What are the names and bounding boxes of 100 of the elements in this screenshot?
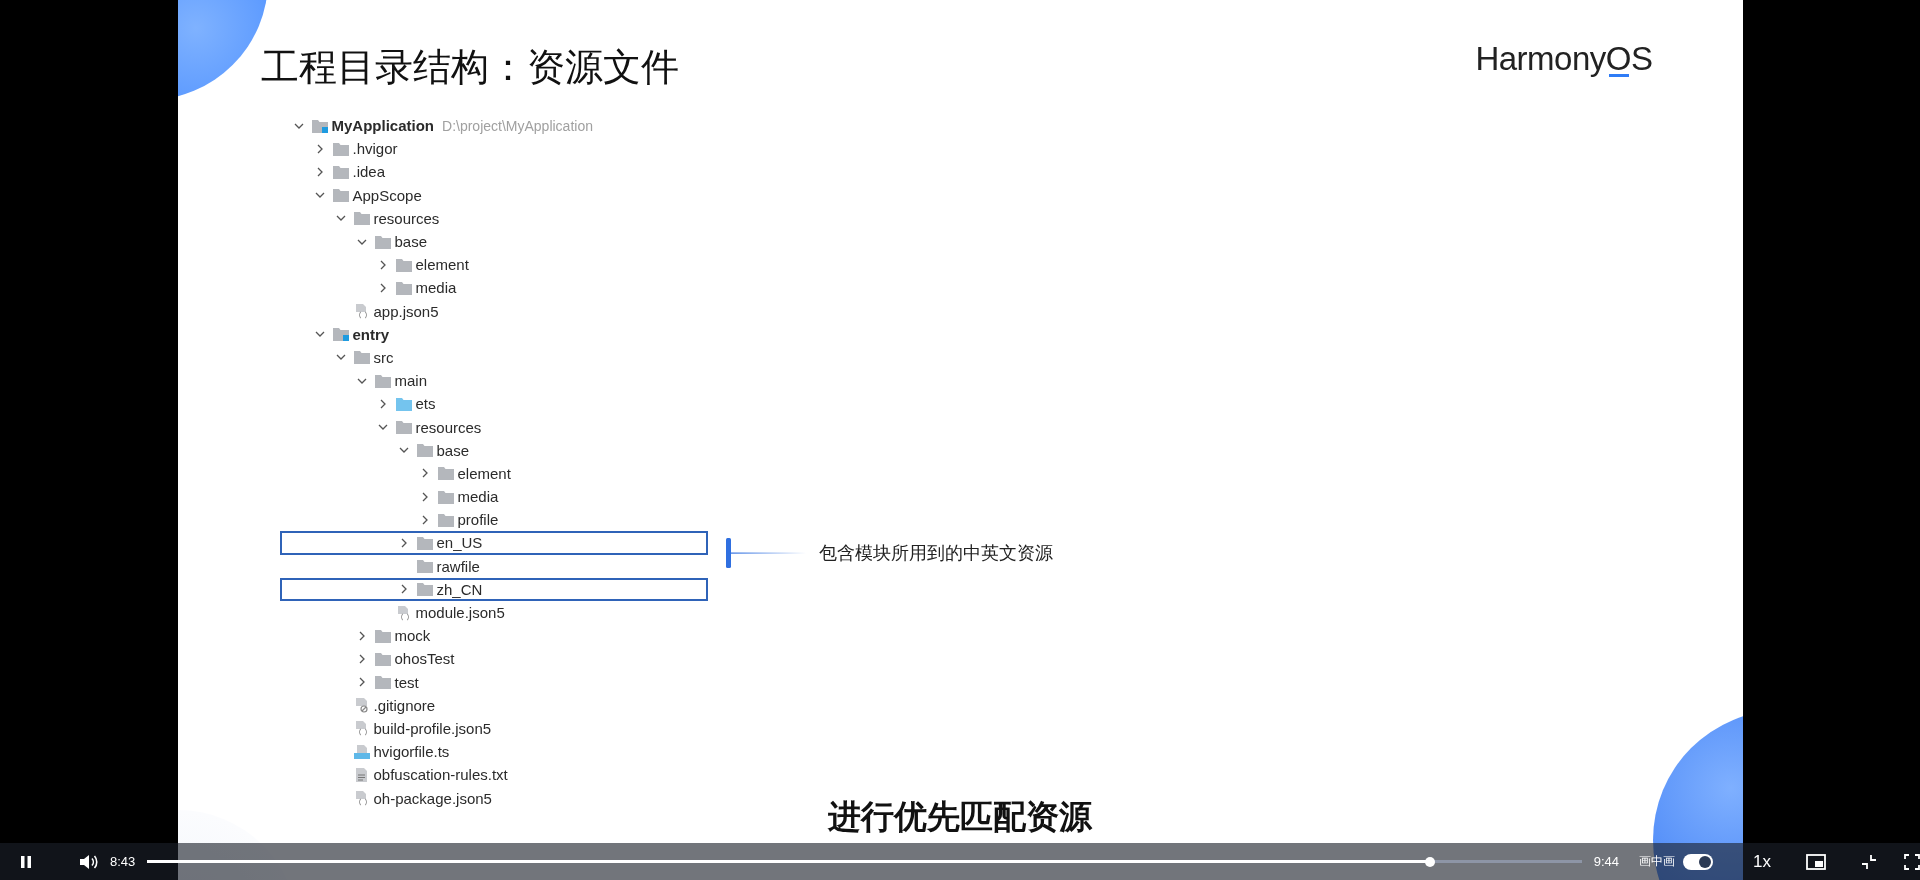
tree-label: ets [415, 395, 436, 413]
tree-row[interactable]: zh_CN [279, 577, 708, 601]
tree-row[interactable]: app.json5 [279, 299, 708, 323]
tree-row[interactable]: AppScope [279, 183, 708, 207]
tree-label: AppScope [352, 186, 422, 204]
tree-row[interactable]: MyApplication D:\project\MyApplication [279, 114, 708, 138]
path-hint: D:\project\MyApplication [442, 117, 593, 134]
folder-icon [395, 420, 412, 435]
tree-row[interactable]: test [279, 670, 708, 694]
tree-row[interactable]: build-profile.json5 [279, 716, 708, 741]
folder-icon [374, 675, 391, 690]
tree-row[interactable]: entry [279, 322, 708, 346]
tree-label: MyApplication [331, 117, 434, 135]
tree-label: base [436, 441, 470, 459]
folder-icon [374, 651, 391, 666]
tree-label: module.json5 [415, 604, 505, 622]
tree-row[interactable]: resources [279, 415, 708, 439]
exit-fullscreen-icon[interactable] [1861, 853, 1878, 870]
folder-icon [416, 582, 433, 597]
tree-label: app.json5 [373, 302, 439, 320]
tree-label: mock [394, 627, 431, 645]
folder-icon [332, 141, 349, 156]
tree-label: en_US [436, 534, 483, 552]
duration: 9:44 [1593, 854, 1620, 869]
callout-text: 包含模块所用到的中英文资源 [818, 542, 1053, 565]
tree-row[interactable]: base [279, 229, 708, 254]
subtitle: 进行优先匹配资源 [828, 797, 1092, 837]
folder-icon [353, 350, 370, 365]
tree-label: .gitignore [373, 696, 436, 714]
tree-row[interactable]: .idea [279, 160, 708, 184]
folder-icon [395, 257, 412, 272]
pip-label: 画中画 [1639, 853, 1676, 870]
tree-row[interactable]: ets [279, 392, 708, 416]
tree-row[interactable]: oh-package.json5 [279, 786, 708, 810]
tree-label: element [457, 464, 511, 482]
tree-row[interactable]: base [279, 438, 708, 462]
tree-label: media [457, 488, 499, 506]
pause-button[interactable] [19, 854, 33, 869]
folder-icon [395, 280, 412, 295]
current-time: 8:43 [110, 854, 136, 869]
tree-row[interactable]: element [279, 253, 708, 277]
tree-row[interactable]: ohosTest [279, 647, 708, 671]
tree-label: element [415, 256, 469, 274]
tree-row[interactable]: src [279, 345, 708, 370]
folder-icon [374, 234, 391, 249]
tree-label: rawfile [436, 557, 480, 575]
folder-icon [416, 443, 433, 458]
tree-label: main [394, 372, 427, 390]
fullscreen-icon[interactable] [1904, 853, 1920, 870]
module-folder-icon [332, 327, 349, 342]
folder-icon [416, 559, 433, 574]
tree-row[interactable]: main [279, 369, 708, 393]
folder-icon [353, 211, 370, 226]
volume-icon[interactable] [79, 852, 99, 871]
tree-row[interactable]: media [279, 485, 708, 509]
tree-label: build-profile.json5 [373, 719, 492, 737]
tree-label: oh-package.json5 [373, 789, 492, 807]
json-file-icon [395, 604, 412, 621]
folder-icon [395, 396, 412, 411]
folder-icon [416, 535, 433, 550]
tree-row[interactable]: hvigorfile.ts [279, 740, 708, 764]
tree-label: obfuscation-rules.txt [373, 766, 508, 784]
tree-label: media [415, 279, 457, 297]
tree-row[interactable]: rawfile [279, 554, 708, 578]
pip-icon[interactable] [1806, 853, 1827, 870]
tree-row[interactable]: media [279, 276, 708, 300]
tree-label: hvigorfile.ts [373, 743, 450, 761]
folder-icon [437, 512, 454, 527]
tree-row[interactable]: element [279, 461, 708, 485]
tree-label: zh_CN [436, 580, 483, 598]
tree-row[interactable]: resources [279, 206, 708, 230]
tree-row[interactable]: en_US [279, 531, 708, 555]
tree-label: .idea [352, 163, 386, 181]
tree-row[interactable]: obfuscation-rules.txt [279, 763, 708, 787]
folder-icon [437, 489, 454, 504]
tree-row[interactable]: .gitignore [279, 693, 708, 717]
json-file-icon [353, 303, 370, 320]
tree-row[interactable]: .hvigor [279, 137, 708, 161]
folder-icon [437, 466, 454, 481]
tree-label: resources [415, 418, 482, 436]
folder-icon [332, 188, 349, 203]
json-file-icon [353, 790, 370, 807]
tree-label: resources [373, 209, 440, 227]
folder-icon [374, 628, 391, 643]
tree-label: ohosTest [394, 650, 455, 668]
tree-label: profile [457, 511, 499, 529]
tree-row[interactable]: profile [279, 508, 708, 532]
tree-label: src [373, 348, 394, 366]
tree-label: base [394, 233, 428, 251]
ts-file-icon [353, 743, 370, 760]
tree-label: entry [352, 325, 390, 343]
speed-button[interactable]: 1x [1753, 851, 1772, 872]
progress-thumb[interactable] [1424, 856, 1435, 867]
tree-row[interactable]: module.json5 [279, 600, 708, 625]
logo: HarmonyOS [1475, 39, 1653, 78]
tree-row[interactable]: mock [279, 624, 708, 648]
ignore-file-icon [353, 697, 370, 714]
json-file-icon [353, 720, 370, 737]
folder-icon [374, 373, 391, 388]
tree-label: test [394, 673, 419, 691]
